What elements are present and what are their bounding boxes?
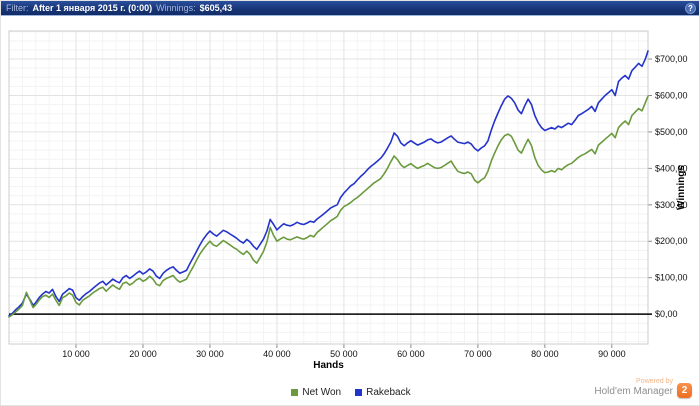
svg-text:Hands: Hands	[313, 360, 344, 371]
brand-name: Hold'em Manager	[594, 386, 673, 397]
svg-text:Winnings: Winnings	[676, 165, 687, 210]
legend-rakeback-label: Rakeback	[366, 387, 411, 398]
filter-label: Filter:	[6, 2, 29, 13]
svg-text:50 000: 50 000	[330, 349, 358, 359]
svg-text:$200,00: $200,00	[655, 236, 688, 246]
svg-text:20 000: 20 000	[129, 349, 157, 359]
svg-text:$100,00: $100,00	[655, 273, 688, 283]
svg-text:10 000: 10 000	[62, 349, 90, 359]
winnings-chart-svg: 10 000 20 000 30 000 40 000 50 000 60 000 70 0…	[8, 30, 688, 371]
legend-item-net-won: Net Won	[291, 387, 341, 398]
svg-text:80 000: 80 000	[531, 349, 559, 359]
powered-by-label: Powered by	[636, 378, 673, 385]
winnings-label: Winnings:	[156, 2, 196, 13]
winnings-chart: 10 000 20 000 30 000 40 000 50 000 60 000 70 0…	[1, 16, 699, 383]
filter-value: After 1 января 2015 г. (0:00)	[32, 2, 153, 13]
svg-text:$700,00: $700,00	[655, 54, 688, 64]
powered-by-branding: Powered by Hold'em Manager 2	[594, 378, 692, 398]
svg-text:30 000: 30 000	[196, 349, 224, 359]
svg-text:$600,00: $600,00	[655, 90, 688, 100]
rakeback-swatch-icon	[355, 389, 363, 396]
winnings-value: $605,43	[199, 2, 233, 13]
legend-net-won-label: Net Won	[302, 387, 342, 398]
net-won-swatch-icon	[291, 389, 299, 396]
svg-text:$500,00: $500,00	[655, 127, 688, 137]
hm2-badge-icon: 2	[677, 383, 692, 398]
svg-text:$0,00: $0,00	[655, 309, 678, 319]
svg-text:40 000: 40 000	[263, 349, 291, 359]
holdem-manager-graph-window: Filter: After 1 января 2015 г. (0:00) Wi…	[0, 0, 700, 406]
svg-text:90 000: 90 000	[598, 349, 626, 359]
svg-text:70 000: 70 000	[464, 349, 492, 359]
help-icon[interactable]: ?	[685, 3, 696, 14]
svg-text:60 000: 60 000	[397, 349, 425, 359]
graph-title-bar: Filter: After 1 января 2015 г. (0:00) Wi…	[1, 1, 699, 16]
legend-item-rakeback: Rakeback	[355, 387, 411, 398]
